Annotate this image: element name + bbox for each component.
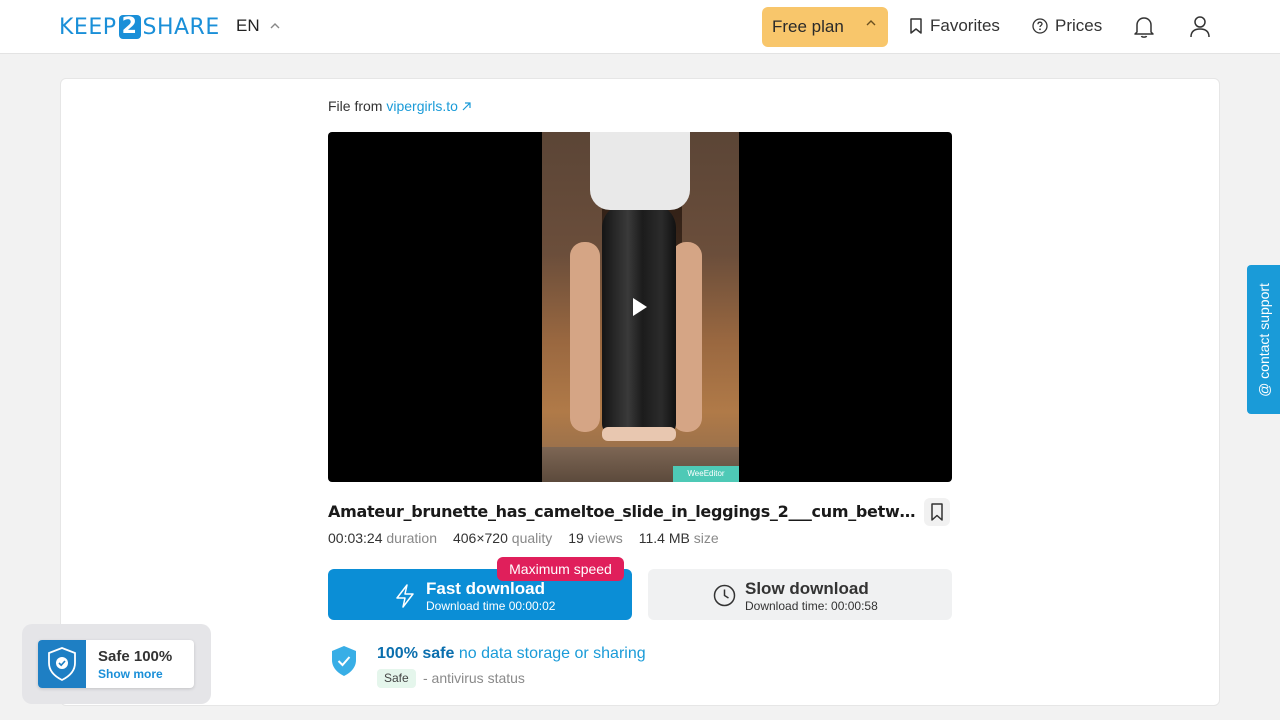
top-header: KEEP 2 SHARE EN Free plan Favorites Pric… — [0, 0, 1280, 54]
question-circle-icon — [1032, 18, 1048, 34]
shield-check-icon — [48, 647, 76, 681]
safety-rest: no data storage or sharing — [458, 645, 646, 662]
language-label: EN — [236, 16, 260, 35]
file-source: File from vipergirls.to — [328, 98, 471, 114]
slow-download-time: Download time: 00:00:58 — [745, 599, 878, 613]
safety-statement: 100% safe no data storage or sharing — [377, 645, 646, 663]
chevron-up-icon — [866, 20, 876, 26]
logo-text-share: SHARE — [142, 14, 220, 40]
fast-download-label: Fast download — [426, 579, 545, 598]
source-link[interactable]: vipergirls.to — [386, 98, 471, 114]
keep2share-logo[interactable]: KEEP 2 SHARE — [59, 14, 220, 40]
show-more-link[interactable]: Show more — [98, 667, 163, 681]
lightning-icon — [396, 584, 414, 608]
quality: 406×720 quality — [453, 530, 552, 546]
size-value: 11.4 MB — [638, 530, 690, 546]
add-to-favorites-button[interactable] — [924, 498, 950, 526]
views-label: views — [587, 530, 623, 546]
size-label: size — [693, 530, 719, 546]
duration: 00:03:24 duration — [328, 530, 437, 546]
file-from-label: File from — [328, 98, 383, 114]
views-value: 19 — [568, 530, 584, 546]
user-icon[interactable] — [1189, 15, 1211, 39]
file-meta: 00:03:24 duration 406×720 quality 19 vie… — [328, 530, 719, 546]
views: 19 views — [568, 530, 622, 546]
slow-download-label: Slow download — [745, 579, 869, 598]
video-player[interactable]: WeeEditor — [328, 132, 952, 482]
play-icon[interactable] — [633, 298, 647, 316]
widget-title: Safe 100% — [98, 648, 173, 665]
thumbnail-shape — [570, 242, 600, 432]
safety-bold: 100% safe — [377, 645, 455, 662]
thumbnail-shape — [590, 132, 690, 210]
contact-support-label: @ contact support — [1255, 282, 1272, 397]
thumbnail-shape — [602, 204, 676, 434]
bell-icon[interactable] — [1133, 15, 1155, 39]
source-link-text: vipergirls.to — [386, 98, 458, 114]
video-watermark: WeeEditor — [673, 466, 739, 482]
antivirus-safe-badge: Safe — [377, 669, 416, 688]
shield-check-icon — [332, 646, 356, 676]
fast-download-time: Download time 00:00:02 — [426, 599, 556, 613]
file-title: Amateur_brunette_has_cameltoe_slide_in_l… — [328, 502, 920, 521]
prices-link[interactable]: Prices — [1032, 16, 1102, 36]
logo-text-keep: KEEP — [59, 14, 117, 40]
duration-label: duration — [386, 530, 437, 546]
thumbnail-shape — [672, 242, 702, 432]
external-link-icon — [462, 102, 471, 111]
duration-value: 00:03:24 — [328, 530, 383, 546]
slow-download-button[interactable]: Slow download Download time: 00:00:58 — [648, 569, 952, 620]
widget-shield — [38, 640, 86, 688]
safe-widget: Safe 100% Show more — [22, 624, 211, 704]
size: 11.4 MB size — [639, 530, 719, 546]
safe-widget-card[interactable]: Safe 100% Show more — [38, 640, 194, 688]
free-plan-button[interactable]: Free plan — [762, 7, 888, 47]
bookmark-icon — [910, 18, 922, 34]
thumbnail-shape — [602, 427, 676, 441]
bookmark-icon — [931, 503, 943, 521]
chevron-up-icon — [270, 23, 280, 29]
favorites-label: Favorites — [930, 16, 1000, 35]
antivirus-status-label: - antivirus status — [423, 670, 525, 686]
quality-value: 406×720 — [452, 530, 508, 546]
favorites-link[interactable]: Favorites — [909, 16, 1000, 36]
language-selector[interactable]: EN — [236, 16, 280, 36]
prices-label: Prices — [1055, 16, 1103, 35]
quality-label: quality — [511, 530, 553, 546]
clock-icon — [713, 584, 736, 607]
maximum-speed-badge: Maximum speed — [497, 557, 624, 581]
logo-text-2: 2 — [118, 15, 141, 39]
free-plan-label: Free plan — [772, 17, 844, 36]
contact-support-tab[interactable]: @ contact support — [1247, 265, 1280, 414]
